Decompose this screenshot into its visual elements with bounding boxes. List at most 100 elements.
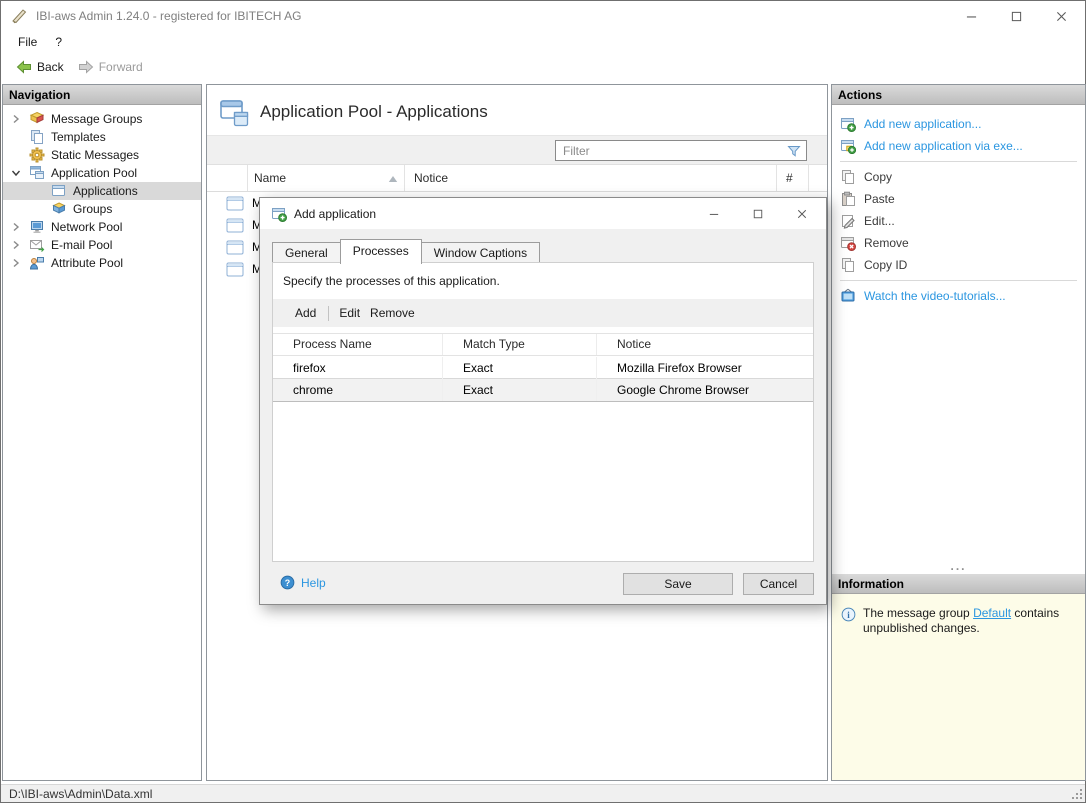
svg-text:?: ? [285, 578, 290, 588]
filter-toolbar [207, 135, 827, 165]
help-link[interactable]: ? Help [280, 575, 326, 590]
process-row-chrome[interactable]: chromeExactGoogle Chrome Browser [273, 378, 813, 402]
back-label: Back [37, 60, 64, 74]
process-row-firefox[interactable]: firefoxExactMozilla Firefox Browser [273, 357, 813, 379]
add-application-dialog-icon [271, 206, 287, 222]
save-button[interactable]: Save [623, 573, 733, 595]
sort-ascending-icon [388, 175, 398, 183]
information-message: The message group Default contains unpub… [863, 606, 1075, 636]
count-column-header[interactable]: # [777, 165, 809, 191]
process-table-header: Process Name Match Type Notice [273, 333, 813, 356]
chevron-right-icon[interactable] [9, 238, 23, 252]
remove-process-button[interactable]: Remove [370, 306, 415, 320]
forward-label: Forward [99, 60, 143, 74]
copy-icon [840, 169, 856, 185]
nav-item-label: Message Groups [51, 112, 142, 126]
nav-item-label: Applications [73, 184, 138, 198]
add-process-button[interactable]: Add [295, 306, 316, 320]
action-add-new-application[interactable]: Add new application... [832, 113, 1085, 135]
back-button[interactable]: Back [9, 56, 71, 78]
nav-item-groups[interactable]: Groups [3, 200, 201, 218]
window-icon [226, 218, 244, 233]
maximize-icon [753, 209, 763, 219]
add-application-icon [840, 116, 856, 132]
filter-funnel-icon[interactable] [786, 143, 802, 159]
nav-item-message-groups[interactable]: Message Groups [3, 110, 201, 128]
action-remove[interactable]: Remove [832, 232, 1085, 254]
tab-processes[interactable]: Processes [340, 239, 422, 264]
nav-item-attribute-pool[interactable]: Attribute Pool [3, 254, 201, 272]
right-panel: Actions Add new application...Add new ap… [831, 84, 1086, 781]
help-icon: ? [280, 575, 295, 590]
nav-item-label: Static Messages [51, 148, 139, 162]
action-label: Watch the video-tutorials... [864, 289, 1006, 303]
tab-window-captions[interactable]: Window Captions [421, 242, 540, 263]
notice-column-header[interactable]: Notice [405, 165, 777, 191]
chevron-right-icon[interactable] [9, 112, 23, 126]
notice-column-header[interactable]: Notice [597, 334, 813, 355]
name-column-header[interactable]: Name [248, 165, 405, 191]
menu-item-[interactable]: ? [46, 32, 71, 52]
close-icon [1056, 11, 1067, 22]
process-name-column-header[interactable]: Process Name [273, 334, 443, 355]
nav-item-templates[interactable]: Templates [3, 128, 201, 146]
default-group-link[interactable]: Default [973, 606, 1011, 620]
action-copy-id[interactable]: Copy ID [832, 254, 1085, 276]
action-edit[interactable]: Edit... [832, 210, 1085, 232]
video-tutorials-icon [840, 288, 856, 304]
cancel-button[interactable]: Cancel [743, 573, 814, 595]
dialog-close-button[interactable] [780, 198, 824, 229]
filter-input[interactable] [556, 144, 786, 158]
edit-process-button[interactable]: Edit [339, 306, 360, 320]
panel-splitter[interactable]: ... [832, 562, 1085, 574]
dialog-maximize-button[interactable] [736, 198, 780, 229]
window-icon [226, 196, 244, 211]
info-icon: i [841, 607, 856, 622]
nav-item-static-messages[interactable]: Static Messages [3, 146, 201, 164]
paste-icon [840, 191, 856, 207]
maximize-button[interactable] [994, 1, 1039, 31]
checkbox-column-header[interactable] [207, 165, 248, 191]
network-pool-icon [29, 219, 45, 235]
nav-item-label: Application Pool [51, 166, 137, 180]
chevron-right-icon[interactable] [9, 220, 23, 234]
help-label: Help [301, 576, 326, 590]
status-bar: D:\IBI-aws\Admin\Data.xml [1, 784, 1085, 802]
action-add-new-application-via-exe[interactable]: Add new application via exe... [832, 135, 1085, 157]
window-icon [226, 240, 244, 255]
nav-arrow-spacer [9, 148, 23, 162]
process-name-cell: firefox [273, 357, 443, 379]
action-copy[interactable]: Copy [832, 166, 1085, 188]
navigation-tree: Message Groups Templates Static Messages Ap… [3, 105, 201, 272]
dialog-minimize-button[interactable] [692, 198, 736, 229]
chevron-down-icon[interactable] [9, 166, 23, 180]
menu-item-file[interactable]: File [9, 32, 46, 52]
nav-item-applications[interactable]: Applications [3, 182, 201, 200]
nav-item-label: Templates [51, 130, 106, 144]
processes-toolbar: Add Edit Remove [273, 299, 813, 327]
dialog-tab-strip: GeneralProcessesWindow Captions [272, 238, 539, 263]
count-column-label: # [786, 171, 793, 185]
nav-item-e-mail-pool[interactable]: E-mail Pool [3, 236, 201, 254]
name-column-label: Name [254, 171, 286, 185]
filter-box [555, 140, 807, 161]
minimize-button[interactable] [949, 1, 994, 31]
match-type-column-header[interactable]: Match Type [443, 334, 597, 355]
data-file-path: D:\IBI-aws\Admin\Data.xml [9, 787, 152, 801]
tab-general[interactable]: General [272, 242, 341, 263]
action-label: Add new application via exe... [864, 139, 1023, 153]
action-watch-the-video-tutorials[interactable]: Watch the video-tutorials... [832, 285, 1085, 307]
nav-item-application-pool[interactable]: Application Pool [3, 164, 201, 182]
action-label: Edit... [864, 214, 895, 228]
close-icon [797, 209, 807, 219]
nav-item-network-pool[interactable]: Network Pool [3, 218, 201, 236]
edit-icon [840, 213, 856, 229]
forward-button[interactable]: Forward [71, 56, 150, 78]
chevron-right-icon[interactable] [9, 256, 23, 270]
match-type-cell: Exact [443, 357, 597, 379]
action-label: Add new application... [864, 117, 981, 131]
nav-item-label: Network Pool [51, 220, 122, 234]
close-button[interactable] [1039, 1, 1084, 31]
resize-grip-icon[interactable] [1071, 788, 1083, 800]
action-paste[interactable]: Paste [832, 188, 1085, 210]
